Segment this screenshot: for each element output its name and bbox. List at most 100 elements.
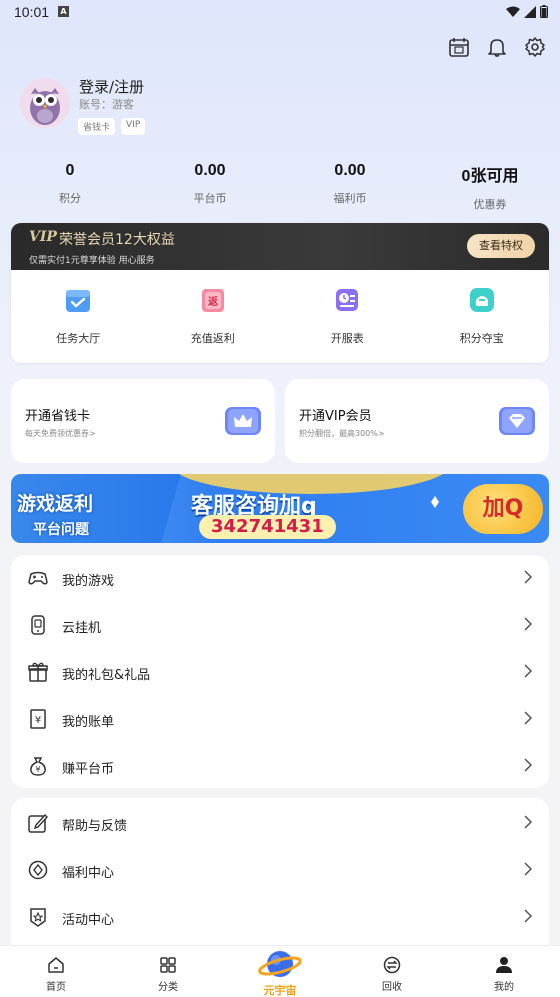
gear-icon[interactable] bbox=[524, 36, 546, 58]
diamond-card-icon bbox=[499, 407, 535, 435]
stat-label: 福利币 bbox=[333, 192, 367, 205]
menu-item-label: 我的账单 bbox=[62, 715, 115, 730]
bill-icon: ¥ bbox=[30, 709, 46, 729]
chevron-right-icon bbox=[524, 617, 533, 631]
tab-recycle[interactable]: 回收 bbox=[336, 946, 448, 997]
svg-text:¥: ¥ bbox=[35, 715, 41, 726]
recycle-icon bbox=[383, 956, 401, 974]
task-hall-icon bbox=[66, 290, 91, 312]
menu-item-label: 我的礼包&礼品 bbox=[62, 668, 151, 683]
tab-metaverse[interactable]: 元宇宙 bbox=[224, 946, 336, 997]
stat-points[interactable]: 0 积分 bbox=[0, 162, 140, 212]
chevron-right-icon bbox=[524, 862, 533, 876]
stat-label: 优惠券 bbox=[473, 198, 507, 211]
stat-platform-coin[interactable]: 0.00 平台币 bbox=[140, 162, 280, 212]
server-schedule-icon bbox=[336, 289, 359, 311]
add-qq-button[interactable]: 加Q bbox=[463, 484, 543, 534]
menu-item-earn-coins[interactable]: ¥ 赚平台币 bbox=[11, 743, 549, 789]
stat-label: 平台币 bbox=[193, 192, 227, 205]
menu-item-bills[interactable]: ¥ 我的账单 bbox=[11, 696, 549, 742]
vip-item-label: 任务大厅 bbox=[56, 332, 101, 345]
stat-value: 0张可用 bbox=[461, 168, 519, 185]
stat-value: 0.00 bbox=[334, 162, 366, 179]
menu-item-label: 我的游戏 bbox=[62, 574, 115, 589]
bell-icon[interactable] bbox=[486, 36, 508, 58]
welfare-icon bbox=[28, 860, 48, 880]
banner-tag-rebate: 游戏返利 bbox=[17, 493, 94, 515]
stat-value: 0 bbox=[65, 162, 75, 179]
money-bag-icon: ¥ bbox=[30, 757, 46, 776]
vip-item-recharge-rebate[interactable]: 返 充值返利 bbox=[146, 270, 281, 363]
top-actions bbox=[448, 36, 546, 58]
menu-item-activity-center[interactable]: 活动中心 bbox=[11, 894, 549, 940]
status-icons bbox=[506, 5, 548, 18]
home-icon bbox=[48, 957, 64, 973]
menu-item-label: 赚平台币 bbox=[62, 762, 115, 777]
stats-row: 0 积分 0.00 平台币 0.00 福利币 0张可用 优惠券 bbox=[0, 162, 560, 212]
vip-item-label: 充值返利 bbox=[190, 332, 235, 345]
chevron-right-icon bbox=[524, 758, 533, 772]
vip-item-label: 开服表 bbox=[330, 332, 364, 345]
status-time: 10:01 bbox=[14, 4, 50, 20]
tab-label: 元宇宙 bbox=[263, 984, 297, 997]
menu-item-cloud-hosting[interactable]: 云挂机 bbox=[11, 602, 549, 648]
menu-group-1: 我的游戏 云挂机 我的礼包&礼品 ¥ 我的账单 ¥ 赚平台币 bbox=[11, 555, 549, 788]
wifi-icon bbox=[506, 6, 520, 17]
view-privileges-button[interactable]: 查看特权 bbox=[467, 234, 535, 258]
cloud-phone-icon bbox=[31, 615, 45, 635]
svg-text:¥: ¥ bbox=[35, 765, 40, 774]
promo-title: 开通省钱卡 bbox=[25, 409, 91, 424]
chevron-right-icon bbox=[524, 815, 533, 829]
vip-subtitle: 仅需实付1元尊享体验 用心服务 bbox=[29, 256, 155, 266]
vip-title: 荣誉会员12大权益 bbox=[59, 232, 175, 248]
vip-banner[interactable]: VIP 荣誉会员12大权益 仅需实付1元尊享体验 用心服务 查看特权 bbox=[11, 223, 549, 270]
avatar[interactable] bbox=[20, 78, 70, 128]
profile-section[interactable]: 登录/注册 账号：游客 省钱卡 VIP bbox=[20, 78, 420, 138]
vip-item-task-hall[interactable]: 任务大厅 bbox=[11, 270, 146, 363]
promo-subtitle: 每天免费领优惠券> bbox=[25, 429, 96, 438]
menu-item-help-feedback[interactable]: 帮助与反馈 bbox=[11, 800, 549, 846]
recharge-rebate-icon: 返 bbox=[201, 289, 224, 312]
badges: 省钱卡 VIP bbox=[78, 118, 146, 135]
menu-item-my-games[interactable]: 我的游戏 bbox=[11, 555, 549, 601]
tab-mine[interactable]: 我的 bbox=[448, 946, 560, 997]
calendar-sign-icon[interactable] bbox=[448, 36, 470, 58]
banner-tag-platform: 平台问题 bbox=[33, 522, 89, 538]
gamepad-icon bbox=[28, 571, 48, 585]
customer-service-banner[interactable]: 游戏返利 平台问题 客服咨询加q 342741431 加Q bbox=[11, 474, 549, 543]
promo-subtitle: 积分翻倍，最高300%> bbox=[299, 429, 385, 438]
vip-grid: 任务大厅 返 充值返利 开服表 积分夺宝 bbox=[11, 270, 549, 363]
signal-icon bbox=[524, 5, 536, 18]
tab-label: 回收 bbox=[382, 982, 402, 993]
menu-item-welfare-center[interactable]: 福利中心 bbox=[11, 847, 549, 893]
vip-item-points-treasure[interactable]: 积分夺宝 bbox=[415, 270, 550, 363]
category-icon bbox=[160, 957, 176, 973]
vip-badge[interactable]: VIP bbox=[121, 118, 146, 135]
battery-icon bbox=[540, 5, 548, 18]
savings-card-promo[interactable]: 开通省钱卡 每天免费领优惠券> bbox=[11, 379, 275, 463]
svg-text:返: 返 bbox=[208, 295, 218, 308]
owl-avatar-icon bbox=[20, 78, 70, 128]
menu-item-gifts[interactable]: 我的礼包&礼品 bbox=[11, 649, 549, 695]
stat-welfare-coin[interactable]: 0.00 福利币 bbox=[280, 162, 420, 212]
vip-logo: VIP bbox=[29, 229, 57, 245]
stat-coupons[interactable]: 0张可用 优惠券 bbox=[420, 162, 560, 212]
points-treasure-icon bbox=[469, 288, 494, 312]
account-label: 账号：游客 bbox=[79, 98, 134, 111]
vip-item-label: 积分夺宝 bbox=[459, 332, 504, 345]
vip-item-server-schedule[interactable]: 开服表 bbox=[280, 270, 415, 363]
menu-item-label: 福利中心 bbox=[62, 866, 115, 881]
menu-group-2: 帮助与反馈 福利中心 活动中心 bbox=[11, 798, 549, 948]
menu-item-label: 云挂机 bbox=[62, 621, 102, 636]
savings-card-badge[interactable]: 省钱卡 bbox=[78, 118, 116, 135]
tab-category[interactable]: 分类 bbox=[112, 946, 224, 997]
login-register-link[interactable]: 登录/注册 bbox=[79, 76, 144, 97]
status-bar: 10:01 A bbox=[0, 0, 560, 26]
tab-home[interactable]: 首页 bbox=[0, 946, 112, 997]
tab-label: 分类 bbox=[158, 982, 178, 993]
bottom-tab-bar: 首页 分类 元宇宙 回收 我的 bbox=[0, 945, 560, 997]
chevron-right-icon bbox=[524, 570, 533, 584]
menu-item-label: 活动中心 bbox=[62, 913, 115, 928]
vip-member-promo[interactable]: 开通VIP会员 积分翻倍，最高300%> bbox=[285, 379, 549, 463]
gift-icon bbox=[28, 662, 48, 682]
